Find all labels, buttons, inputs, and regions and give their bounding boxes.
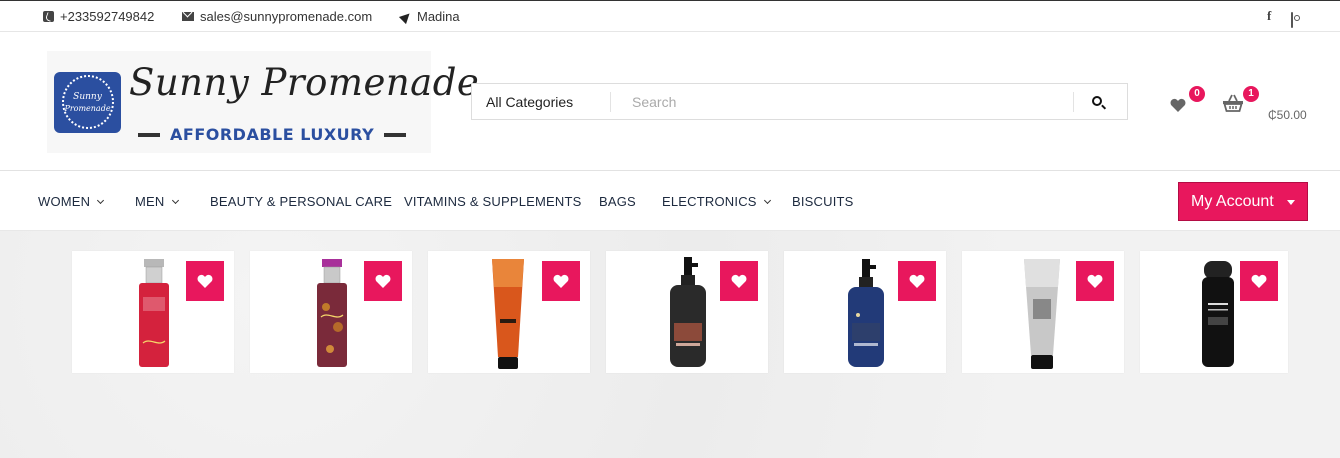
heart-icon bbox=[909, 274, 925, 288]
search-icon bbox=[1092, 96, 1102, 106]
add-to-wishlist-button[interactable] bbox=[898, 261, 936, 301]
product-card[interactable] bbox=[72, 251, 234, 373]
nav-item-label: BAGS bbox=[599, 194, 636, 209]
tagline-text: AFFORDABLE LUXURY bbox=[170, 125, 375, 144]
email-contact[interactable]: sales@sunnypromenade.com bbox=[182, 9, 372, 24]
nav-item-label: MEN bbox=[135, 194, 165, 209]
add-to-wishlist-button[interactable] bbox=[1076, 261, 1114, 301]
location-contact: Madina bbox=[398, 9, 460, 24]
search-input[interactable] bbox=[620, 90, 1040, 114]
product-card[interactable] bbox=[606, 251, 768, 373]
add-to-wishlist-button[interactable] bbox=[720, 261, 758, 301]
product-image bbox=[1024, 259, 1060, 369]
envelope-icon bbox=[182, 12, 194, 21]
main-nav: WOMEN MEN BEAUTY & PERSONAL CARE VITAMIN… bbox=[0, 171, 1340, 231]
product-image bbox=[670, 257, 706, 367]
wishlist-button[interactable]: 0 bbox=[1168, 86, 1205, 118]
instagram-icon[interactable] bbox=[1291, 12, 1293, 28]
my-account-button[interactable]: My Account bbox=[1178, 182, 1308, 221]
nav-item-label: VITAMINS & SUPPLEMENTS bbox=[404, 194, 582, 209]
divider bbox=[610, 92, 611, 112]
product-image bbox=[492, 259, 524, 369]
logo-badge-line1: Sunny bbox=[73, 92, 102, 102]
nav-item-label: ELECTRONICS bbox=[662, 194, 757, 209]
add-to-wishlist-button[interactable] bbox=[186, 261, 224, 301]
nav-item-vitamins-supplements[interactable]: VITAMINS & SUPPLEMENTS bbox=[404, 194, 582, 209]
heart-icon bbox=[197, 274, 213, 288]
top-bar: +233592749842 sales@sunnypromenade.com M… bbox=[0, 0, 1340, 32]
heart-icon bbox=[1087, 274, 1103, 288]
logo-badge-ring bbox=[62, 75, 114, 129]
product-carousel bbox=[0, 231, 1340, 458]
nav-item-label: BEAUTY & PERSONAL CARE bbox=[210, 194, 393, 209]
nav-item-biscuits[interactable]: BISCUITS bbox=[792, 194, 854, 209]
product-card[interactable] bbox=[1140, 251, 1288, 373]
logo-wordmark: Sunny Promenade bbox=[129, 61, 480, 104]
logo-tagline: AFFORDABLE LUXURY bbox=[138, 125, 407, 144]
heart-icon bbox=[1251, 274, 1267, 288]
heart-icon bbox=[553, 274, 569, 288]
cart-total: ₵50.00 bbox=[1268, 108, 1307, 122]
facebook-icon[interactable]: f bbox=[1267, 8, 1271, 24]
phone-icon bbox=[43, 11, 54, 22]
phone-contact[interactable]: +233592749842 bbox=[43, 9, 154, 24]
chevron-down-icon bbox=[171, 196, 179, 204]
product-image bbox=[848, 259, 884, 367]
heart-icon bbox=[731, 274, 747, 288]
product-image bbox=[317, 259, 347, 367]
category-select[interactable]: All Categories bbox=[486, 94, 573, 110]
nav-item-electronics[interactable]: ELECTRONICS bbox=[662, 194, 771, 209]
cart-button[interactable]: 1 ₵50.00 bbox=[1220, 86, 1320, 126]
nav-item-beauty-personal-care[interactable]: BEAUTY & PERSONAL CARE bbox=[210, 194, 392, 209]
site-header: Sunny Promenade Sunny Promenade AFFORDAB… bbox=[0, 32, 1340, 171]
nav-item-label: WOMEN bbox=[38, 194, 91, 209]
add-to-wishlist-button[interactable] bbox=[364, 261, 402, 301]
add-to-wishlist-button[interactable] bbox=[1240, 261, 1278, 301]
logo-badge-line2: Promenade bbox=[64, 104, 111, 113]
site-logo[interactable]: Sunny Promenade Sunny Promenade AFFORDAB… bbox=[47, 51, 479, 153]
product-image bbox=[139, 259, 169, 367]
heart-icon bbox=[1170, 98, 1186, 112]
location-arrow-icon bbox=[398, 9, 414, 24]
location-text: Madina bbox=[417, 9, 460, 24]
email-address: sales@sunnypromenade.com bbox=[200, 9, 373, 24]
phone-number: +233592749842 bbox=[60, 9, 155, 24]
add-to-wishlist-button[interactable] bbox=[542, 261, 580, 301]
divider bbox=[1073, 92, 1074, 112]
product-card[interactable] bbox=[250, 251, 412, 373]
nav-item-men[interactable]: MEN bbox=[135, 194, 179, 209]
nav-item-bags[interactable]: BAGS bbox=[599, 194, 636, 209]
product-card[interactable] bbox=[962, 251, 1124, 373]
heart-icon bbox=[375, 274, 391, 288]
caret-down-icon bbox=[1287, 200, 1295, 205]
chevron-down-icon bbox=[97, 196, 105, 204]
search-bar: All Categories bbox=[471, 83, 1128, 120]
nav-item-women[interactable]: WOMEN bbox=[38, 194, 105, 209]
search-button[interactable] bbox=[1084, 90, 1114, 114]
product-card[interactable] bbox=[784, 251, 946, 373]
logo-badge: Sunny Promenade bbox=[54, 72, 121, 133]
tagline-dash bbox=[138, 132, 160, 137]
wishlist-count-badge: 0 bbox=[1189, 86, 1205, 102]
chevron-down-icon bbox=[763, 196, 771, 204]
tagline-dash bbox=[384, 132, 407, 137]
product-image bbox=[1202, 261, 1234, 367]
cart-count-badge: 1 bbox=[1243, 86, 1259, 102]
nav-item-label: BISCUITS bbox=[792, 194, 854, 209]
basket-icon bbox=[1223, 94, 1243, 112]
my-account-label: My Account bbox=[1191, 193, 1274, 210]
product-card[interactable] bbox=[428, 251, 590, 373]
